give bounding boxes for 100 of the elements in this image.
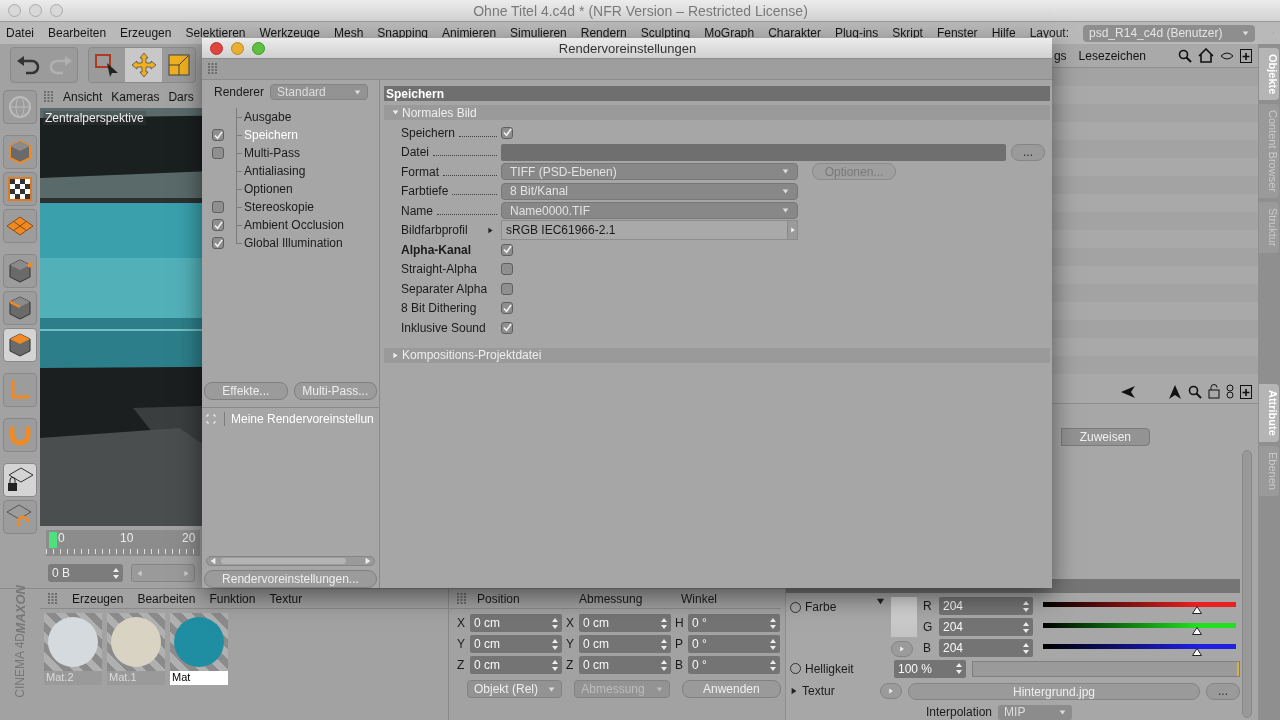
settings-section[interactable]: Stereoskopie	[202, 198, 379, 216]
brightness-field[interactable]: 100 %	[894, 659, 966, 678]
viewport-menu-item[interactable]: Ansicht	[63, 90, 103, 104]
value-dropdown[interactable]: Name0000.TIF	[501, 202, 798, 220]
timeline-ruler[interactable]: 0 10 20	[46, 530, 200, 556]
viewport-menu-item[interactable]: Kameras	[111, 90, 160, 104]
spinner-icon[interactable]	[770, 617, 776, 629]
settings-section[interactable]: Antialiasing	[202, 162, 379, 180]
spinner-icon[interactable]	[661, 638, 667, 650]
group-header[interactable]: Normales Bild	[384, 105, 1050, 120]
new-panel-icon[interactable]	[1240, 384, 1252, 399]
menu-item[interactable]: MoGraph	[704, 26, 755, 40]
preset-item[interactable]: Meine Rendervoreinstellun	[224, 412, 374, 426]
menu-item[interactable]: Fenster	[936, 26, 978, 40]
spinner-icon[interactable]	[956, 663, 962, 674]
panel-menu-item[interactable]: Erzeugen	[72, 591, 124, 606]
value-dropdown[interactable]: 8 Bit/Kanal	[501, 182, 798, 200]
menu-item[interactable]: Mesh	[333, 26, 364, 40]
zoom-button[interactable]	[252, 41, 265, 55]
panel-menu-item[interactable]: Bearbeiten	[137, 591, 196, 606]
checkbox[interactable]	[501, 321, 513, 334]
checkbox[interactable]	[501, 282, 513, 295]
spinner-icon[interactable]	[770, 638, 776, 650]
coordinate-field[interactable]: 0 °	[688, 656, 780, 674]
panel-menu-item[interactable]: Funktion	[209, 591, 256, 606]
coordinate-field[interactable]: 0 °	[688, 635, 780, 653]
polygon-mode-button[interactable]	[3, 328, 37, 362]
grip-icon[interactable]	[457, 592, 467, 605]
viewport-menu-item[interactable]: Dars	[168, 90, 194, 104]
render-settings-button[interactable]: Rendervoreinstellungen...	[204, 570, 377, 588]
checkbox[interactable]	[501, 302, 513, 315]
grip-icon[interactable]	[44, 91, 54, 103]
expand-button[interactable]	[880, 683, 902, 699]
home-icon[interactable]	[1198, 48, 1214, 63]
back-arrow-icon[interactable]	[1120, 384, 1136, 399]
settings-section[interactable]: Optionen	[202, 180, 379, 198]
effects-button[interactable]: Effekte...	[204, 382, 288, 400]
spinner-icon[interactable]	[661, 617, 667, 629]
lock-workplane-button[interactable]	[3, 463, 37, 497]
group-header[interactable]: Kompositions-Projektdatei	[384, 347, 1050, 363]
brightness-slider[interactable]	[972, 660, 1240, 677]
channel-field[interactable]: 204	[939, 639, 1033, 657]
menu-item[interactable]: Hilfe	[991, 26, 1016, 40]
close-button[interactable]	[210, 41, 223, 55]
spinner-icon[interactable]	[1023, 621, 1029, 633]
move-tool-button[interactable]	[125, 48, 162, 82]
coordinate-field[interactable]: 0 cm	[470, 656, 562, 674]
panel-menu-item[interactable]: Textur	[269, 591, 303, 606]
settings-section[interactable]: Multi-Pass	[202, 144, 379, 162]
spinner-icon[interactable]	[552, 638, 558, 650]
interpolation-dropdown[interactable]: MIP	[998, 704, 1073, 720]
assign-button[interactable]: Zuweisen	[1060, 428, 1150, 446]
expand-button[interactable]	[891, 641, 913, 657]
color-profile-field[interactable]: sRGB IEC61966-2.1	[501, 220, 798, 241]
settings-section[interactable]: Global Illumination	[202, 234, 379, 252]
browse-button[interactable]: ...	[1011, 143, 1045, 161]
new-panel-icon[interactable]	[1240, 48, 1252, 63]
point-mode-button[interactable]	[3, 254, 37, 288]
menu-item[interactable]: Animieren	[442, 26, 497, 40]
texture-file-button[interactable]: Hintergrund.jpg	[908, 682, 1200, 700]
panel-menu-item[interactable]: gs	[1053, 48, 1067, 63]
coordinate-field[interactable]: 0 cm	[470, 614, 562, 632]
lock-icon[interactable]	[1208, 384, 1220, 399]
mode-dropdown[interactable]: Objekt (Rel)	[467, 680, 563, 698]
checkbox[interactable]	[212, 201, 224, 213]
checkbox[interactable]	[212, 219, 224, 231]
menu-item[interactable]: Rendern	[580, 26, 627, 40]
grip-icon[interactable]	[48, 592, 58, 605]
settings-section[interactable]: Speichern	[202, 126, 379, 144]
slider-thumb[interactable]	[1192, 606, 1203, 614]
menu-item[interactable]: Sculpting	[640, 26, 691, 40]
menu-item[interactable]: Simulieren	[510, 26, 567, 40]
scrollbar[interactable]	[206, 556, 375, 566]
apply-button[interactable]: Anwenden	[681, 680, 781, 698]
spinner-icon[interactable]	[661, 659, 667, 671]
up-arrow-icon[interactable]	[1168, 383, 1182, 400]
checkbox[interactable]	[212, 147, 224, 159]
menu-item[interactable]: Bearbeiten	[48, 26, 107, 40]
eye-icon[interactable]	[1220, 51, 1234, 60]
slider-thumb[interactable]	[1192, 627, 1203, 635]
menu-item[interactable]: Werkzeuge	[259, 26, 320, 40]
link-icon[interactable]	[1226, 384, 1234, 399]
checkbox[interactable]	[501, 126, 513, 139]
spinner-icon[interactable]	[1023, 642, 1029, 654]
menu-item[interactable]: Datei	[6, 26, 34, 40]
edge-mode-button[interactable]	[3, 291, 37, 325]
texture-mode-button[interactable]	[3, 172, 37, 206]
frame-field[interactable]: 0 B	[48, 564, 123, 582]
spinner-icon[interactable]	[552, 617, 558, 629]
checkbox[interactable]	[501, 243, 513, 256]
settings-section[interactable]: Ausgabe	[202, 108, 379, 126]
menu-item[interactable]: Skript	[892, 26, 923, 40]
color-swatch[interactable]	[891, 597, 917, 637]
coordinate-field[interactable]: 0 cm	[579, 614, 671, 632]
browse-button[interactable]: ...	[1206, 682, 1240, 700]
panel-menu-item[interactable]: Lesezeichen	[1078, 48, 1146, 63]
layout-dropdown[interactable]: psd_R14_c4d (Benutzer)	[1083, 24, 1255, 42]
current-frame-marker[interactable]	[49, 532, 57, 548]
coordinate-field[interactable]: 0 cm	[470, 635, 562, 653]
menu-item[interactable]: Plug-ins	[834, 26, 879, 40]
